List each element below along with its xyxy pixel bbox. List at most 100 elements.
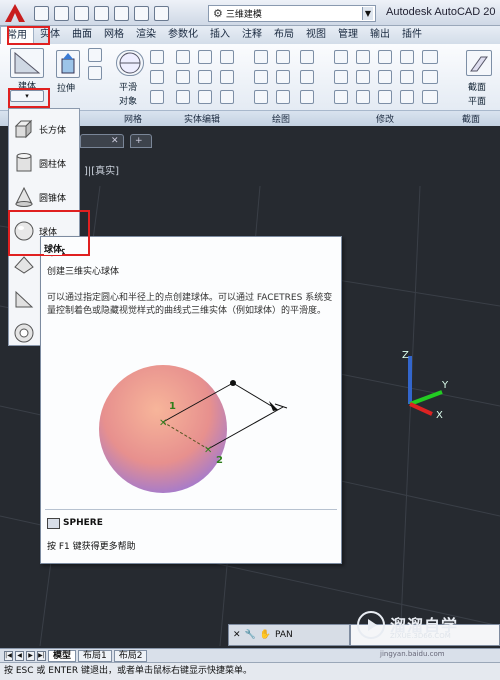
modify-tool-icon[interactable] <box>400 90 414 104</box>
command-text: PAN <box>274 630 293 640</box>
presspull-icon[interactable] <box>88 48 102 62</box>
solid-edit-icon[interactable] <box>220 70 234 84</box>
rectangle-icon[interactable] <box>276 90 290 104</box>
extrude-icon <box>61 53 75 74</box>
cone-icon <box>15 186 33 207</box>
close-icon[interactable]: ✕ <box>111 136 119 146</box>
panel-title-draw[interactable]: 绘图 <box>272 112 290 125</box>
print-icon[interactable] <box>114 5 129 21</box>
menu-item-cylinder[interactable]: 圆柱体 <box>13 147 79 179</box>
prev-layout-icon[interactable]: ◀ <box>15 650 24 661</box>
solid-edit-icon[interactable] <box>220 90 234 104</box>
viewport-label[interactable]: ]|[真实] <box>84 162 119 177</box>
modify-tool-icon[interactable] <box>378 70 392 84</box>
solid-edit-icon[interactable] <box>176 90 190 104</box>
tab-output[interactable]: 输出 <box>364 26 396 44</box>
next-layout-icon[interactable]: ▶ <box>26 650 35 661</box>
mesh-tool-icon[interactable] <box>150 90 164 104</box>
polysolid-icon[interactable] <box>88 66 102 80</box>
line-icon[interactable] <box>276 70 290 84</box>
chevron-down-icon[interactable]: ▼ <box>362 7 373 20</box>
solid-edit-icon[interactable] <box>198 90 212 104</box>
polygon-icon[interactable] <box>254 90 268 104</box>
tab-render[interactable]: 渲染 <box>130 26 162 44</box>
modify-tool-icon[interactable] <box>334 70 348 84</box>
autocad-logo-icon[interactable] <box>4 3 26 23</box>
tab-layout[interactable]: 布局 <box>268 26 300 44</box>
circle-icon[interactable] <box>300 70 314 84</box>
extrude-button[interactable] <box>56 50 80 78</box>
close-icon[interactable]: ✕ <box>233 630 241 640</box>
tab-plugins[interactable]: 插件 <box>396 26 428 44</box>
modify-tool-icon[interactable] <box>356 50 370 64</box>
tab-parametric[interactable]: 参数化 <box>162 26 204 44</box>
tab-annotate[interactable]: 注释 <box>236 26 268 44</box>
box-solid-button[interactable] <box>10 48 44 78</box>
save-as-icon[interactable] <box>94 5 109 21</box>
tab-mesh[interactable]: 网格 <box>98 26 130 44</box>
modify-tool-icon[interactable] <box>356 90 370 104</box>
new-file-icon[interactable] <box>34 5 49 21</box>
menu-item-cone[interactable]: 圆锥体 <box>13 181 79 213</box>
panel-title-modify[interactable]: 修改 <box>376 112 394 125</box>
modify-tool-icon[interactable] <box>400 70 414 84</box>
spline-icon[interactable] <box>254 70 268 84</box>
panel-title-section[interactable]: 截面 <box>462 112 480 125</box>
watermark: 溜溜自学 ZIXUE.3D66.COM <box>352 606 498 650</box>
workspace-dropdown[interactable]: ⚙ 三维建模 ▼ <box>208 5 376 22</box>
cylinder-icon <box>16 153 32 172</box>
tooltip-help: 按 F1 键获得更多帮助 <box>47 542 136 552</box>
intersect-icon[interactable] <box>220 50 234 64</box>
solid-edit-icon[interactable] <box>198 70 212 84</box>
modify-tool-icon[interactable] <box>334 50 348 64</box>
pan-hand-icon[interactable]: ✋ <box>260 630 271 640</box>
polyline-icon[interactable] <box>276 50 290 64</box>
smooth-object-button[interactable] <box>116 50 144 76</box>
section-label-1: 截面 <box>468 83 487 93</box>
sphere-illustration: ✕ ✕ 1 2 <box>99 365 288 493</box>
mesh-tool-icon[interactable] <box>150 50 164 64</box>
modify-tool-icon[interactable] <box>334 90 348 104</box>
tooltip-separator <box>45 509 337 510</box>
subtract-icon[interactable] <box>198 50 212 64</box>
modify-tool-icon[interactable] <box>422 50 438 64</box>
quick-access-toolbar <box>34 4 169 22</box>
document-tab[interactable]: ✕ <box>80 134 124 148</box>
tab-manage[interactable]: 管理 <box>332 26 364 44</box>
tab-insert[interactable]: 插入 <box>204 26 236 44</box>
tab-model[interactable]: 模型 <box>48 649 77 662</box>
modify-tool-icon[interactable] <box>400 50 414 64</box>
watermark-url-secondary: jingyan.baidu.com <box>380 650 445 658</box>
last-layout-icon[interactable]: ▶| <box>37 650 46 661</box>
panel-title-mesh[interactable]: 网格 <box>124 112 142 125</box>
section-plane-button[interactable] <box>466 50 492 76</box>
first-layout-icon[interactable]: |◀ <box>4 650 13 661</box>
new-tab-button[interactable]: + <box>130 134 152 148</box>
tooltip-body: 可以通过指定圆心和半径上的点创建球体。可以通过 FACETRES 系统变量控制着… <box>47 293 333 316</box>
solid-edit-icon[interactable] <box>176 70 190 84</box>
union-icon[interactable] <box>176 50 190 64</box>
mesh-tool-icon[interactable] <box>150 70 164 84</box>
wedge-icon <box>15 290 34 308</box>
save-icon[interactable] <box>74 5 89 21</box>
tab-view[interactable]: 视图 <box>300 26 332 44</box>
tab-surface[interactable]: 曲面 <box>66 26 98 44</box>
undo-icon[interactable] <box>134 5 149 21</box>
arc-icon[interactable] <box>300 50 314 64</box>
move-icon[interactable] <box>378 50 392 64</box>
menu-item-box[interactable]: 长方体 <box>13 113 79 145</box>
tab-layout2[interactable]: 布局2 <box>113 649 148 662</box>
ellipse-icon[interactable] <box>300 90 314 104</box>
panel-title-solid-edit[interactable]: 实体编辑 <box>184 112 220 125</box>
watermark-url: ZIXUE.3D66.COM <box>390 632 451 640</box>
modify-tool-icon[interactable] <box>422 70 438 84</box>
open-file-icon[interactable] <box>54 5 69 21</box>
modify-tool-icon[interactable] <box>378 90 392 104</box>
wedge-icon <box>14 51 41 74</box>
modify-tool-icon[interactable] <box>356 70 370 84</box>
line-icon[interactable] <box>254 50 268 64</box>
tab-layout1[interactable]: 布局1 <box>78 649 112 662</box>
wrench-icon[interactable]: 🔧 <box>245 630 256 640</box>
redo-icon[interactable] <box>154 5 169 21</box>
modify-tool-icon[interactable] <box>422 90 438 104</box>
